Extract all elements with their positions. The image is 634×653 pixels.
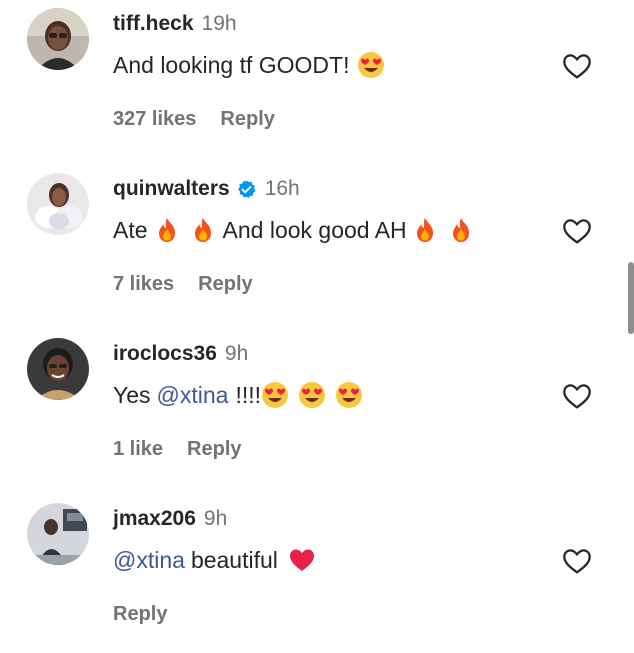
avatar[interactable]: [27, 8, 89, 70]
like-heart-icon[interactable]: [561, 50, 593, 82]
reply-button[interactable]: Reply: [198, 273, 252, 296]
scrollbar-thumb[interactable]: [628, 262, 634, 334]
comment-text-part: beautiful: [190, 546, 278, 573]
comment-text: Yes @xtina !!!!: [113, 378, 363, 412]
comment-item: jmax206 9h @xtina beautiful Reply: [0, 503, 634, 653]
heart-eyes-emoji: [357, 51, 385, 79]
comment-text: And looking tf GOODT!: [113, 48, 385, 82]
mention-link[interactable]: @xtina: [157, 382, 229, 409]
like-heart-icon[interactable]: [561, 215, 593, 247]
likes-count[interactable]: 7 likes: [113, 273, 174, 296]
reply-button[interactable]: Reply: [187, 438, 241, 461]
comment-header: jmax206 9h: [113, 504, 227, 534]
comment-text-part: And looking tf GOODT!: [113, 51, 350, 78]
comment-text-part: Yes: [113, 381, 151, 408]
likes-count[interactable]: 1 like: [113, 438, 163, 461]
username[interactable]: quinwalters: [113, 177, 230, 201]
comment-header: quinwalters 16h: [113, 174, 300, 204]
comment-meta: 7 likes Reply: [113, 269, 253, 299]
heart-eyes-emoji: [335, 381, 363, 409]
fire-emoji: [153, 216, 181, 244]
likes-count[interactable]: 327 likes: [113, 108, 196, 131]
comment-meta: 327 likes Reply: [113, 104, 275, 134]
reply-button[interactable]: Reply: [113, 603, 167, 626]
mention-link[interactable]: @xtina: [113, 547, 185, 574]
timestamp[interactable]: 16h: [265, 177, 300, 201]
timestamp[interactable]: 9h: [225, 342, 248, 366]
comment-item: quinwalters 16h Ate And look good AH 7 l…: [0, 173, 634, 323]
username[interactable]: jmax206: [113, 507, 196, 531]
comment-text-part: Ate: [113, 216, 148, 243]
comment-header: tiff.heck 19h: [113, 9, 237, 39]
username[interactable]: iroclocs36: [113, 342, 217, 366]
comment-text-part: And look good AH: [222, 216, 407, 243]
avatar[interactable]: [27, 503, 89, 565]
fire-emoji: [411, 216, 439, 244]
fire-emoji: [189, 216, 217, 244]
heart-eyes-emoji: [298, 381, 326, 409]
comment-text: @xtina beautiful: [113, 543, 316, 577]
timestamp[interactable]: 19h: [202, 12, 237, 36]
like-heart-icon[interactable]: [561, 545, 593, 577]
red-heart-emoji: [288, 546, 316, 574]
comment-item: tiff.heck 19h And looking tf GOODT! 327 …: [0, 8, 634, 158]
avatar[interactable]: [27, 338, 89, 400]
heart-eyes-emoji: [261, 381, 289, 409]
comment-text-part: !!!!: [235, 381, 262, 408]
timestamp[interactable]: 9h: [204, 507, 227, 531]
avatar[interactable]: [27, 173, 89, 235]
comment-meta: Reply: [113, 599, 167, 629]
comment-meta: 1 like Reply: [113, 434, 242, 464]
verified-badge-icon: [236, 179, 257, 200]
comment-item: iroclocs36 9h Yes @xtina !!!! 1 like Rep…: [0, 338, 634, 488]
username[interactable]: tiff.heck: [113, 12, 194, 36]
like-heart-icon[interactable]: [561, 380, 593, 412]
reply-button[interactable]: Reply: [220, 108, 274, 131]
comment-text: Ate And look good AH: [113, 213, 475, 247]
fire-emoji: [447, 216, 475, 244]
comment-header: iroclocs36 9h: [113, 339, 248, 369]
